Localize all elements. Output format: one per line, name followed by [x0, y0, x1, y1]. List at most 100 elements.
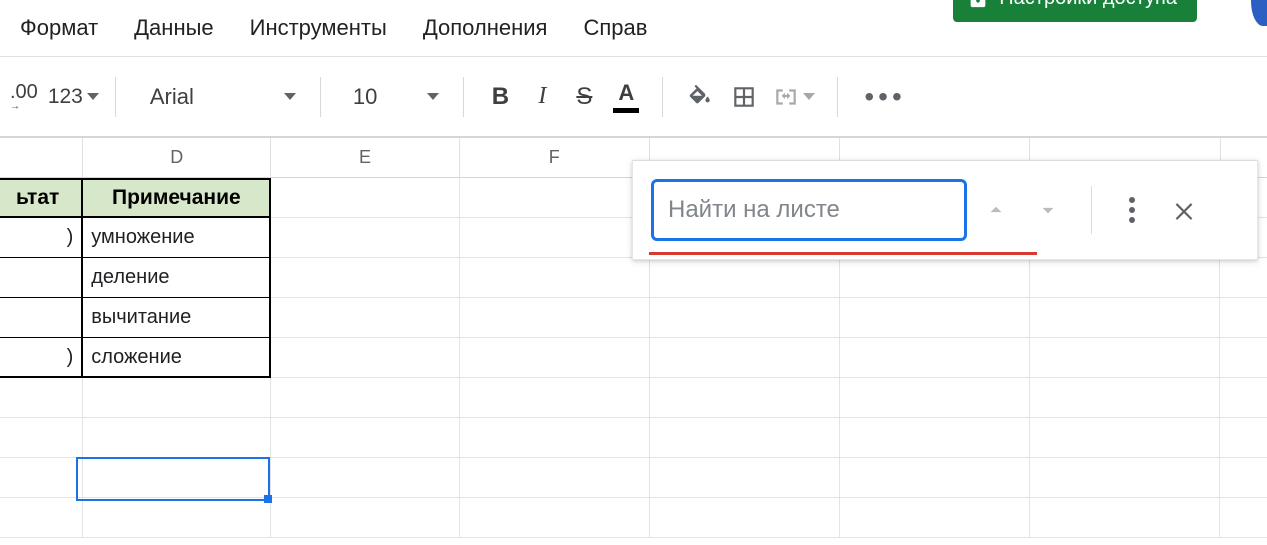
cell[interactable] [1220, 458, 1267, 498]
menu-tools[interactable]: Инструменты [238, 11, 399, 45]
bold-button[interactable]: B [480, 77, 520, 117]
menu-data[interactable]: Данные [122, 11, 225, 45]
cell[interactable] [1220, 498, 1267, 538]
cell[interactable]: умножение [83, 218, 271, 258]
cell[interactable] [840, 258, 1030, 298]
annotation-underline [649, 252, 1037, 255]
cell[interactable] [650, 258, 840, 298]
cell[interactable]: вычитание [83, 298, 271, 338]
cell[interactable] [650, 338, 840, 378]
borders-button[interactable] [723, 77, 765, 117]
cell[interactable] [460, 218, 650, 258]
cell[interactable] [460, 378, 650, 418]
cell[interactable] [840, 338, 1030, 378]
font-size-dropdown[interactable]: 10 [345, 77, 447, 117]
cell[interactable] [271, 378, 459, 418]
cell[interactable] [0, 378, 83, 418]
italic-button[interactable]: I [522, 77, 562, 117]
cell[interactable] [840, 498, 1030, 538]
find-close-button[interactable] [1164, 190, 1204, 230]
cell[interactable]: ) [0, 218, 83, 258]
share-button[interactable]: Настройки доступа [953, 0, 1197, 22]
find-in-sheet-bar [632, 160, 1258, 260]
cell[interactable] [460, 458, 650, 498]
cell[interactable]: деление [83, 258, 271, 298]
cell[interactable] [840, 378, 1030, 418]
cell[interactable] [460, 178, 650, 218]
find-input[interactable] [651, 179, 967, 241]
cell[interactable] [840, 458, 1030, 498]
cell[interactable] [650, 458, 840, 498]
cell[interactable] [0, 258, 83, 298]
cell[interactable] [840, 418, 1030, 458]
find-options-button[interactable] [1112, 190, 1152, 230]
cell[interactable] [650, 378, 840, 418]
caret-down-icon [284, 93, 296, 100]
menu-format[interactable]: Формат [8, 11, 110, 45]
cell[interactable] [1030, 498, 1220, 538]
cell[interactable] [1220, 338, 1267, 378]
cell[interactable] [271, 418, 459, 458]
cell[interactable] [1030, 378, 1220, 418]
table-header-cell[interactable]: ьтат [0, 178, 83, 218]
cell[interactable] [83, 458, 271, 498]
find-prev-button[interactable] [973, 187, 1019, 233]
cell[interactable] [0, 418, 83, 458]
number-format-dropdown[interactable]: 123 [48, 77, 99, 117]
strikethrough-button[interactable]: S [564, 77, 604, 117]
cell[interactable] [650, 418, 840, 458]
cell[interactable] [460, 258, 650, 298]
find-next-button[interactable] [1025, 187, 1071, 233]
cell[interactable] [460, 338, 650, 378]
column-header-d[interactable]: D [83, 138, 271, 178]
cell[interactable] [460, 298, 650, 338]
cell[interactable] [1030, 458, 1220, 498]
cell[interactable] [271, 218, 459, 258]
cell[interactable] [83, 418, 271, 458]
cell[interactable] [1220, 258, 1267, 298]
cell[interactable]: сложение [83, 338, 271, 378]
more-toolbar-button[interactable]: ••• [854, 77, 915, 117]
cell[interactable] [271, 298, 459, 338]
cell[interactable] [83, 498, 271, 538]
cell[interactable] [271, 338, 459, 378]
column-header-e[interactable]: E [271, 138, 459, 178]
table-header-cell[interactable]: Примечание [83, 178, 271, 218]
font-family-dropdown[interactable]: Arial [142, 77, 304, 117]
menu-bar: Формат Данные Инструменты Дополнения Спр… [0, 0, 1267, 56]
cell[interactable] [271, 178, 459, 218]
cell[interactable] [1030, 298, 1220, 338]
cell[interactable] [840, 298, 1030, 338]
fill-color-button[interactable] [679, 77, 721, 117]
cell[interactable]: ) [0, 338, 83, 378]
cell[interactable] [1220, 418, 1267, 458]
cell[interactable] [650, 498, 840, 538]
menu-help[interactable]: Справ [571, 11, 659, 45]
cell[interactable] [650, 298, 840, 338]
cell[interactable] [1030, 338, 1220, 378]
cell[interactable] [1220, 298, 1267, 338]
decrease-decimal-button[interactable]: .00 → [10, 77, 38, 117]
cell[interactable] [1220, 378, 1267, 418]
merge-cells-button[interactable] [767, 77, 821, 117]
cell[interactable] [1030, 258, 1220, 298]
text-color-button[interactable]: A [606, 77, 646, 117]
toolbar: .00 → 123 Arial 10 B I S A ••• [0, 56, 1267, 136]
cell[interactable] [0, 458, 83, 498]
column-header[interactable] [0, 138, 83, 178]
cell[interactable] [271, 258, 459, 298]
cell[interactable] [271, 458, 459, 498]
avatar[interactable] [1251, 0, 1267, 26]
caret-down-icon [803, 93, 815, 100]
cell[interactable] [460, 418, 650, 458]
cell[interactable] [0, 298, 83, 338]
cell[interactable] [271, 498, 459, 538]
cell[interactable] [83, 378, 271, 418]
column-header-f[interactable]: F [460, 138, 650, 178]
cell[interactable] [460, 498, 650, 538]
menu-addons[interactable]: Дополнения [411, 11, 560, 45]
cell[interactable] [0, 498, 83, 538]
cell[interactable] [1030, 418, 1220, 458]
share-button-label: Настройки доступа [999, 0, 1177, 10]
caret-down-icon [427, 93, 439, 100]
